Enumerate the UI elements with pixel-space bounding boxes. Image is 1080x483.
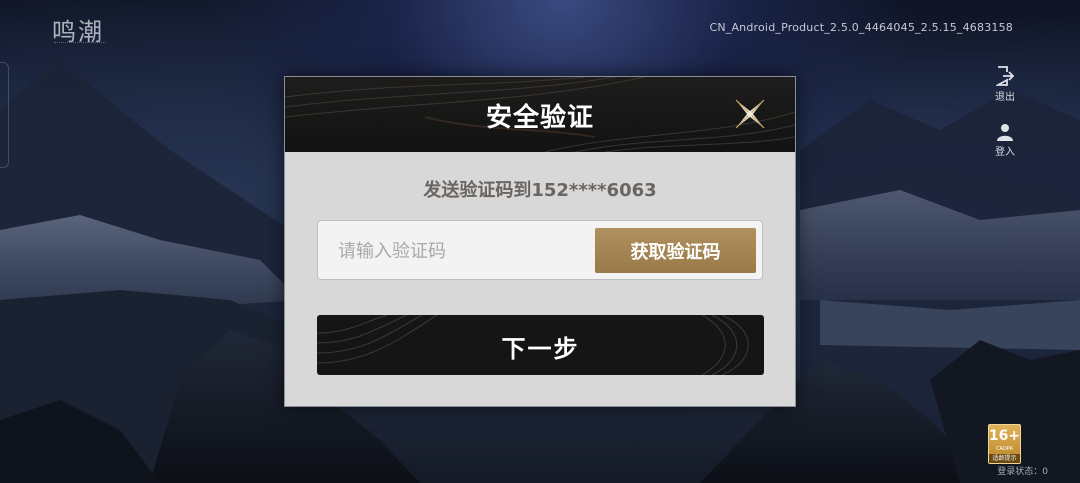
dialog-title: 安全验证 [485,103,594,133]
next-step-button[interactable]: 下一步 [317,315,764,375]
age-rating-tip: 适龄提示 [989,454,1020,463]
login-button[interactable]: 登入 [990,123,1020,158]
left-edge-tab[interactable] [0,62,9,168]
exit-icon [996,66,1014,86]
user-icon [997,124,1013,141]
send-code-message: 发送验证码到152****6063 [423,180,657,201]
game-login-screen: 鸣潮 CN_Android_Product_2.5.0_4464045_2.5.… [0,0,1080,483]
close-button[interactable] [733,97,767,131]
get-code-button[interactable]: 获取验证码 [595,228,756,273]
version-string: CN_Android_Product_2.5.0_4464045_2.5.15_… [709,21,1013,34]
logo-underline [54,42,106,46]
age-rating-org: CADPA [996,446,1013,452]
verification-code-row: 获取验证码 [317,220,763,280]
close-x-icon [735,99,765,129]
next-step-label: 下一步 [501,335,580,363]
login-status: 登录状态：0 [997,467,1048,477]
exit-button[interactable]: 退出 [990,66,1020,103]
dialog-header: 安全验证 [285,77,795,152]
security-verification-dialog: 安全验证 发送验证码到152****6063 获取验证码 [284,76,796,407]
login-label: 登入 [995,147,1015,158]
age-rating-number: 16+ [988,428,1021,444]
verification-code-input[interactable] [336,229,590,273]
exit-label: 退出 [995,92,1015,103]
dialog-body: 发送验证码到152****6063 获取验证码 [285,152,795,406]
age-rating-badge: 16+ CADPA 适龄提示 [988,424,1021,464]
